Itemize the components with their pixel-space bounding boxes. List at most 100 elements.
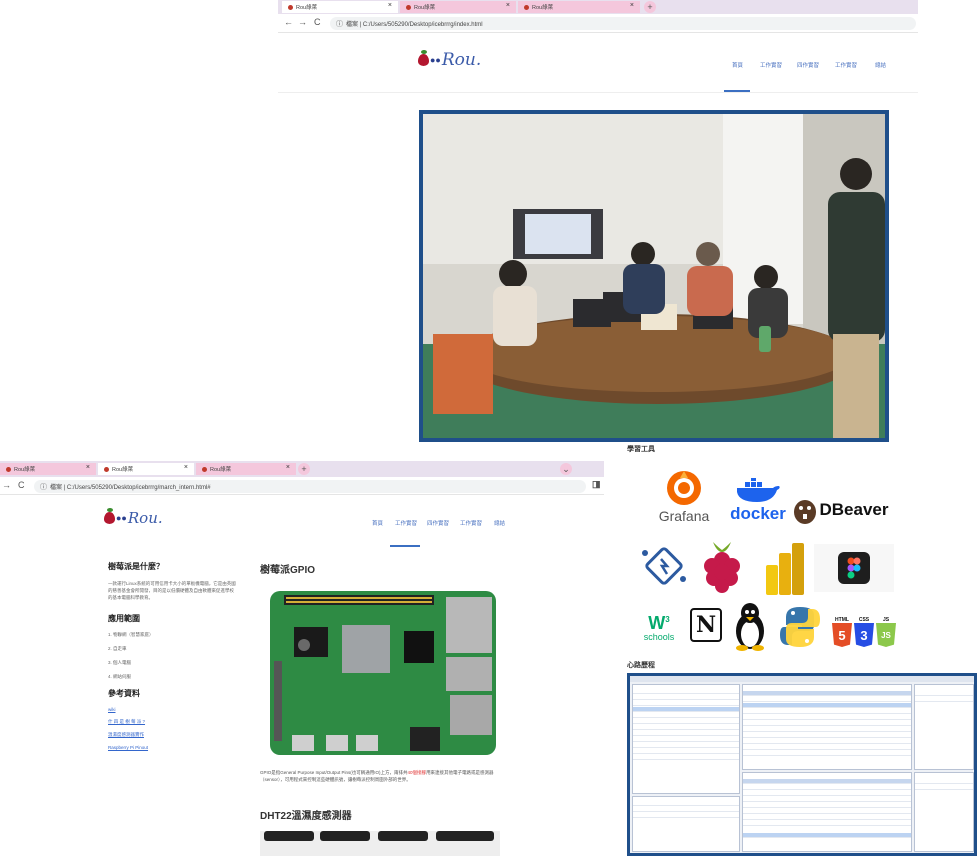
gpio-highlight: 40個接腳: [407, 770, 427, 775]
gpio-text-part: GPIO是指General Purpose Input/Output Pins(…: [260, 770, 408, 775]
back-button[interactable]: ←: [284, 17, 293, 27]
w3schools-logo: W3 schools: [638, 606, 680, 646]
dht22-heading: DHT22溫濕度感測器: [260, 811, 352, 822]
list-item: 1. 物聯網（智慧家庭）: [108, 632, 154, 637]
ide-properties-pane-2: [914, 772, 974, 852]
tab-3[interactable]: Rou綠萊 ×: [196, 463, 296, 475]
grafana-icon: [667, 471, 701, 505]
url-text: 檔案 | C:/Users/505290/Desktop/icebrrrg/ma…: [50, 485, 211, 491]
python-icon: [780, 607, 820, 647]
tab-search-button[interactable]: ⌄: [560, 463, 572, 475]
raspberry-pi-board-image: [264, 587, 504, 759]
brand-name: Rou.: [441, 50, 482, 70]
nav-intern-2[interactable]: 四作實習: [427, 519, 449, 527]
close-tab-icon[interactable]: ×: [184, 464, 188, 471]
ide-project-pane: [632, 796, 740, 852]
html-label: HTML: [835, 617, 849, 623]
dbeaver-label: DBeaver: [819, 500, 889, 519]
reference-link[interactable]: 什 四 是 樹 莓 派 ?: [108, 719, 238, 725]
dht22-sensor-image: [260, 831, 500, 856]
js-mark: JS: [881, 630, 891, 640]
html5-logo: HTML 5: [832, 617, 852, 647]
tab-title: Rou綠萊: [414, 5, 436, 11]
new-tab-button[interactable]: +: [298, 463, 310, 475]
address-bar-row: ← → C ⓘ 檔案 | C:/Users/505290/Desktop/ice…: [278, 14, 918, 33]
reload-button[interactable]: C: [18, 480, 25, 490]
nav-intern-3[interactable]: 工作實習: [835, 61, 857, 69]
url-field[interactable]: ⓘ 檔案 | C:/Users/505290/Desktop/icebrrrg/…: [34, 480, 586, 493]
tab-3[interactable]: Rou綠萊 ×: [518, 1, 640, 13]
close-tab-icon[interactable]: ×: [506, 2, 510, 9]
url-text: 檔案 | C:/Users/505290/Desktop/icebrrrg/in…: [346, 22, 483, 28]
close-tab-icon[interactable]: ×: [86, 464, 90, 471]
list-item: 2. 自走車: [108, 646, 127, 651]
close-tab-icon[interactable]: ×: [388, 2, 392, 9]
iot-chip-logo: [636, 538, 692, 594]
js-label: JS: [882, 617, 890, 623]
browser-window-march-intern: Rou綠萊 × Rou綠萊 × Rou綠萊 × + ⌄ → C ⓘ 檔案 | C…: [0, 461, 604, 856]
tab-1[interactable]: Rou綠萊 ×: [282, 1, 398, 13]
nav-summary[interactable]: 總結: [494, 519, 505, 527]
forward-button[interactable]: →: [298, 17, 307, 27]
site-logo[interactable]: ●● Rou.: [104, 508, 163, 527]
what-is-text: 一款運行Linux系統的可用信用卡大小的單板機電腦，它是由英國的慈善基金會所開發…: [108, 581, 236, 600]
raspberry-favicon-icon: [202, 466, 207, 472]
gpio-column: 樹莓派GPIO GPIO是指General Purpose Input/Outp…: [260, 561, 510, 856]
site-header: ●● Rou. 首頁 工作實習 四作實習 工作實習 總結: [278, 33, 918, 93]
reference-link[interactable]: wiki: [108, 707, 238, 712]
tab-title: Rou綠萊: [532, 5, 554, 11]
url-field[interactable]: ⓘ 檔案 | C:/Users/505290/Desktop/icebrrrg/…: [330, 17, 916, 30]
new-tab-button[interactable]: +: [644, 1, 656, 13]
notion-icon: N: [690, 608, 722, 642]
nav-intern-3[interactable]: 工作實習: [460, 519, 482, 527]
raspberry-pi-icon: [704, 542, 740, 593]
eyes-logo-icon: ●●: [430, 55, 441, 65]
raspberry-favicon-icon: [288, 4, 293, 10]
gpio-description: GPIO是指General Purpose Input/Output Pins(…: [260, 769, 510, 783]
sidebar-icon[interactable]: ◨: [592, 479, 601, 490]
nav-intern-2[interactable]: 四作實習: [797, 61, 819, 69]
linux-logo: [730, 600, 770, 652]
tab-strip: Rou綠萊 × Rou綠萊 × Rou綠萊 × +: [278, 0, 918, 14]
active-nav-indicator: [390, 545, 420, 547]
js-logo: JS JS: [876, 617, 896, 647]
tab-strip: Rou綠萊 × Rou綠萊 × Rou綠萊 × + ⌄: [0, 461, 604, 477]
reload-button[interactable]: C: [314, 17, 321, 27]
raspberry-favicon-icon: [524, 4, 529, 10]
tux-penguin-icon: [736, 603, 764, 651]
eyes-logo-icon: ●●: [116, 513, 127, 523]
reference-link[interactable]: Raspberry Pi Pinout: [108, 745, 238, 750]
grafana-label: Grafana: [658, 508, 710, 524]
ide-table-pane-1: [742, 684, 912, 770]
site-logo[interactable]: ●● Rou.: [418, 50, 481, 70]
raspberry-pi-logo: [694, 536, 750, 596]
tab-2[interactable]: Rou綠萊 ×: [98, 463, 194, 475]
nav-summary[interactable]: 總結: [875, 61, 886, 69]
tab-1[interactable]: Rou綠萊 ×: [0, 463, 96, 475]
html5-number: 5: [838, 627, 846, 643]
tab-title: Rou綠萊: [296, 5, 318, 11]
reference-link[interactable]: 溫濕度感測器實作: [108, 732, 238, 738]
nav-home[interactable]: 首頁: [372, 519, 383, 527]
power-bi-logo: [760, 540, 810, 598]
applications-heading: 應用範圍: [108, 614, 140, 623]
web-stack-logos: HTML 5 CSS 3 JS JS: [828, 612, 900, 652]
brand-name: Rou.: [127, 509, 163, 527]
nav-intern-1[interactable]: 工作實習: [395, 519, 417, 527]
forward-button[interactable]: →: [2, 480, 11, 490]
chip-icon: [642, 547, 686, 585]
gpio-heading: 樹莓派GPIO: [260, 565, 316, 576]
raspberry-logo-icon: [104, 508, 115, 524]
tab-2[interactable]: Rou綠萊 ×: [400, 1, 516, 13]
docker-whale-icon: [737, 478, 780, 502]
grafana-logo: Grafana: [648, 460, 720, 532]
nav-home[interactable]: 首頁: [732, 61, 743, 69]
dbeaver-screenshot: [627, 673, 977, 856]
nav-intern-1[interactable]: 工作實習: [760, 61, 782, 69]
browser-window-index: Rou綠萊 × Rou綠萊 × Rou綠萊 × + ← → C ⓘ 檔案 | C…: [278, 0, 918, 442]
css3-shield-icon: 3: [854, 623, 874, 647]
close-tab-icon[interactable]: ×: [286, 464, 290, 471]
close-tab-icon[interactable]: ×: [630, 2, 634, 9]
ide-properties-pane-1: [914, 684, 974, 770]
notion-letter: N: [695, 612, 717, 638]
